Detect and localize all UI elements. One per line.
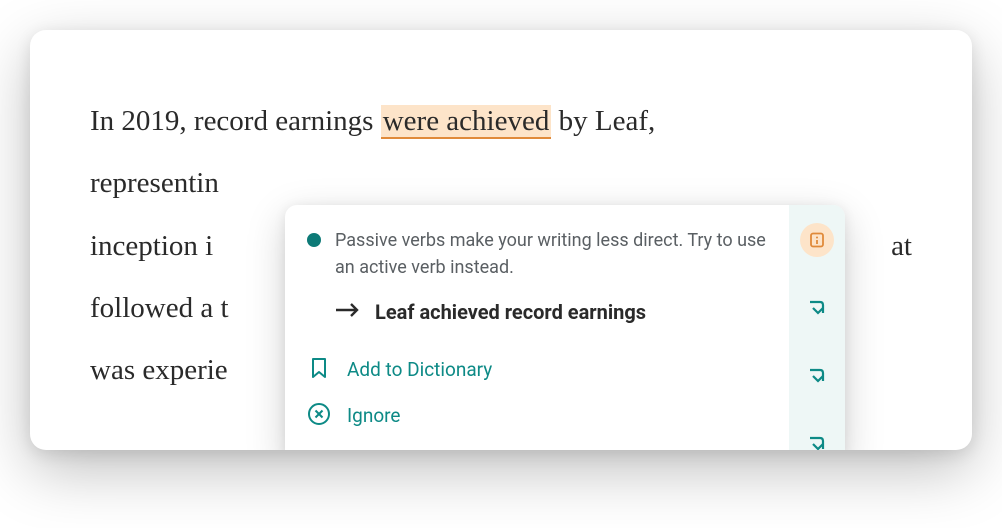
close-circle-icon [307,402,333,428]
text-after-highlight: by Leaf, [551,105,655,137]
ignore-label: Ignore [347,404,401,427]
text-line-4: followed a t [90,292,229,324]
add-to-dictionary-label: Add to Dictionary [347,358,492,381]
apply-arrow-2[interactable] [800,359,834,393]
suggestion-text: Leaf achieved record earnings [375,300,646,324]
category-dot-icon [307,233,321,247]
document-card: In 2019, record earnings were achieved b… [30,30,972,450]
arrow-right-icon [335,299,361,324]
text-before-highlight: In 2019, record earnings [90,105,381,137]
popup-sidebar [789,205,845,450]
add-to-dictionary-button[interactable]: Add to Dictionary [307,346,771,392]
text-line-2: representin [90,167,219,199]
corner-down-arrow-icon [806,297,828,319]
apply-arrow-3[interactable] [800,427,834,450]
corner-down-arrow-icon [806,365,828,387]
suggestion-popup: Passive verbs make your writing less dir… [285,205,845,450]
text-line-3: inception i [90,230,213,262]
suggestion-row[interactable]: Leaf achieved record earnings [335,299,771,324]
popup-main: Passive verbs make your writing less dir… [285,205,789,450]
apply-arrow-1[interactable] [800,291,834,325]
info-icon [800,223,834,257]
info-button[interactable] [800,223,834,257]
explanation-text: Passive verbs make your writing less dir… [335,227,771,281]
highlighted-passive-phrase[interactable]: were achieved [381,105,552,139]
text-fragment-right: at [891,215,912,277]
corner-down-arrow-icon [806,433,828,450]
ignore-button[interactable]: Ignore [307,392,771,438]
bookmark-icon [307,356,333,382]
explanation-row: Passive verbs make your writing less dir… [307,227,771,281]
text-line-5: was experie [90,354,228,386]
